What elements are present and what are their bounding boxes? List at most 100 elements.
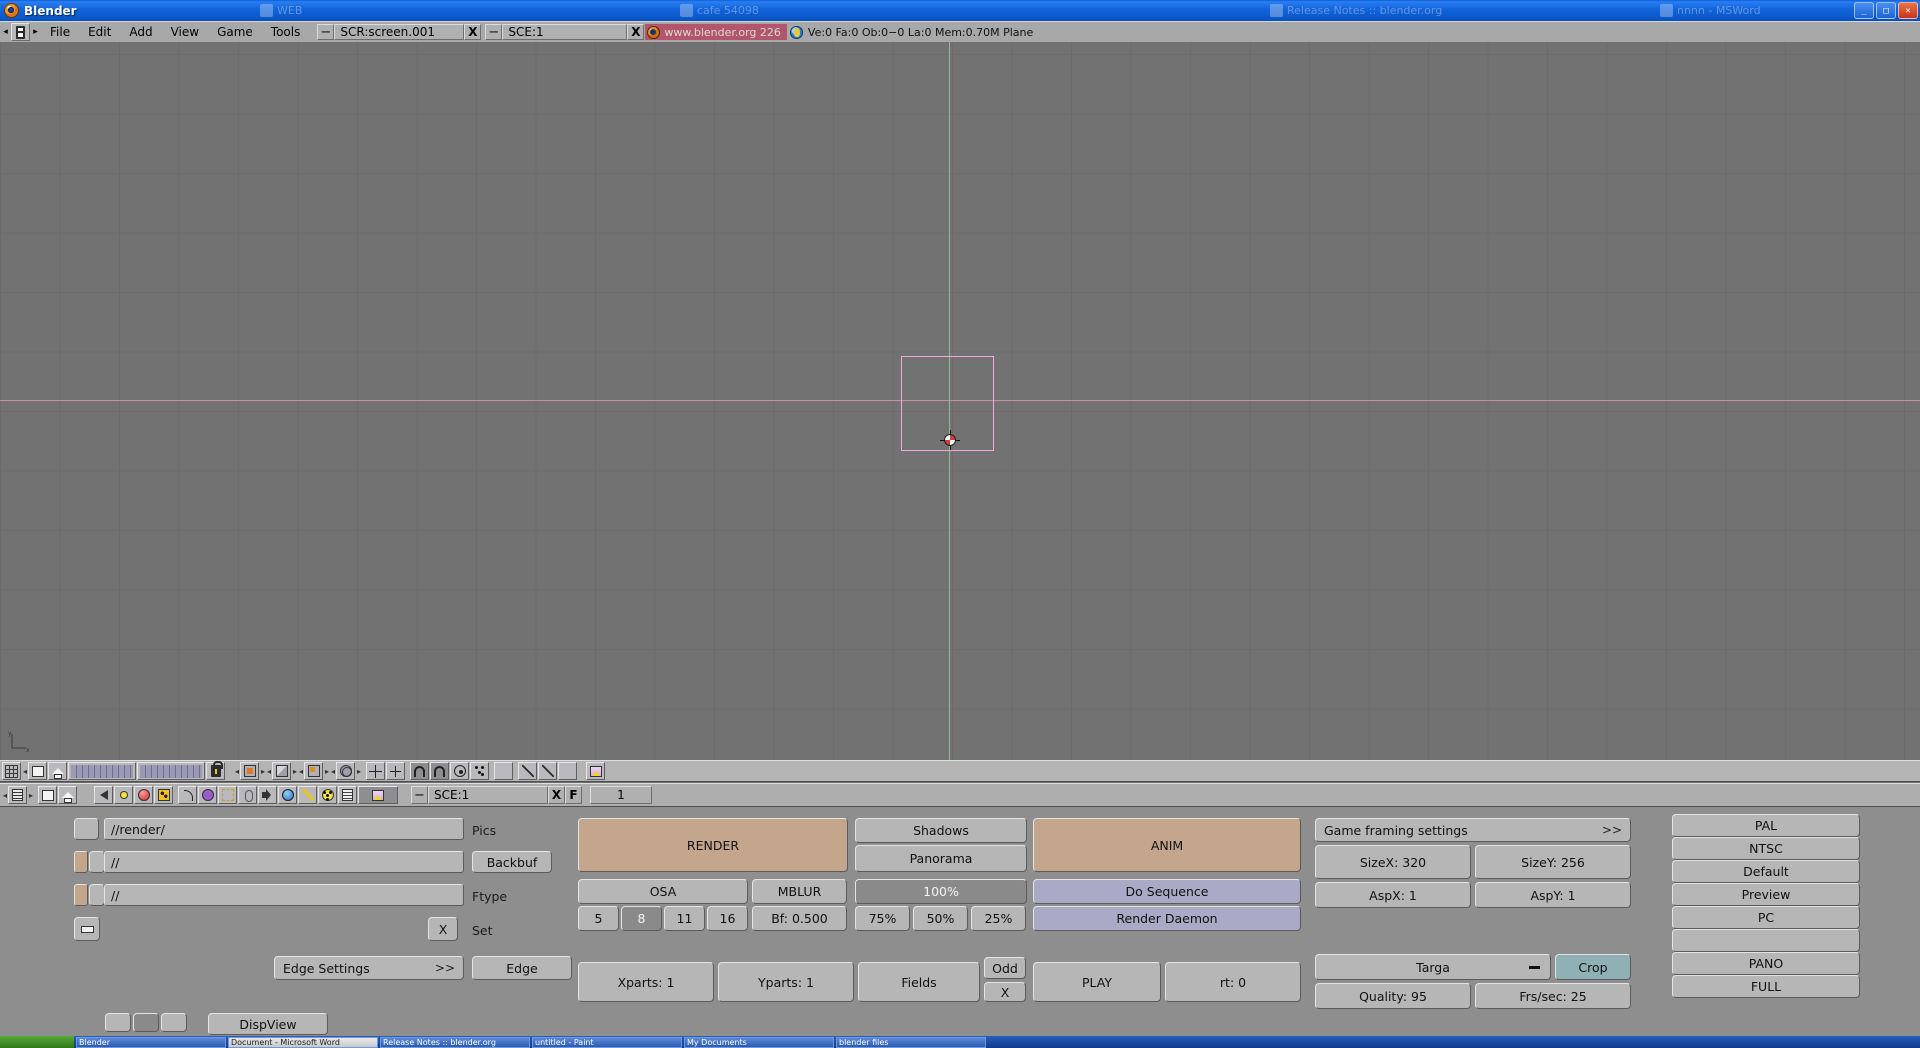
world-icon[interactable] [198, 786, 217, 804]
minimize-button[interactable]: _ [1854, 2, 1874, 19]
taskbar-item-files[interactable]: blender files [836, 1037, 986, 1048]
ftype-path-field[interactable]: // [104, 884, 464, 906]
sound-cone-icon[interactable] [94, 786, 113, 804]
render-daemon-button[interactable]: Render Daemon [1033, 906, 1301, 931]
preset-blank-button[interactable] [1672, 929, 1860, 952]
percent-50-button[interactable]: 50% [913, 906, 968, 931]
percent-25-button[interactable]: 25% [971, 906, 1026, 931]
menu-file[interactable]: File [41, 22, 79, 42]
buttons-arrow-right[interactable]: ▸ [28, 791, 34, 800]
3d-cursor-icon[interactable] [940, 430, 960, 450]
rt-field[interactable]: rt: 0 [1165, 962, 1301, 1002]
triangle-icon[interactable] [558, 762, 577, 780]
xparts-field[interactable]: Xparts: 1 [578, 962, 714, 1002]
do-sequence-button[interactable]: Do Sequence [1033, 879, 1301, 904]
buttons-scene-delete[interactable]: X [548, 786, 565, 804]
layer-cells-group-2-icon[interactable] [137, 762, 205, 780]
yparts-field[interactable]: Yparts: 1 [718, 962, 854, 1002]
osa-button[interactable]: OSA [578, 879, 748, 904]
fields-button[interactable]: Fields [858, 962, 980, 1002]
window-menu-icon[interactable] [11, 23, 30, 41]
screen-delete-button[interactable]: X [464, 24, 481, 40]
mblur-button[interactable]: MBLUR [752, 879, 847, 904]
texture-icon[interactable] [154, 786, 173, 804]
home-icon[interactable] [48, 762, 67, 780]
set-dropdown-icon[interactable] [74, 917, 100, 941]
preset-pano-button[interactable]: PANO [1672, 952, 1860, 975]
scene-menu-minus-icon[interactable]: − [485, 24, 502, 40]
ftype-browse-button[interactable] [89, 884, 105, 906]
script-icon[interactable] [338, 786, 357, 804]
percent-75-button[interactable]: 75% [855, 906, 910, 931]
backbuf-path-field[interactable]: // [104, 851, 464, 873]
ftype-color-swatch[interactable] [74, 884, 88, 906]
lamp-icon[interactable] [114, 786, 133, 804]
pics-file-browse-button[interactable] [74, 818, 99, 840]
play-button[interactable]: PLAY [1033, 962, 1161, 1002]
target-icon[interactable] [450, 762, 469, 780]
header-collapse-arrow-left[interactable]: ◂ [0, 22, 11, 42]
shadows-button[interactable]: Shadows [855, 818, 1027, 843]
taskbar-item-docs[interactable]: My Documents [684, 1037, 834, 1048]
backbuf-browse-button[interactable] [89, 851, 105, 873]
lamp-icon[interactable] [494, 762, 513, 780]
scale-icon[interactable] [386, 762, 405, 780]
odd-button[interactable]: Odd [984, 957, 1026, 979]
frame-icon[interactable] [218, 786, 237, 804]
render-buttons-icon[interactable] [358, 786, 398, 804]
edge-button[interactable]: Edge [472, 956, 572, 980]
magnet-a-icon[interactable] [410, 762, 429, 780]
toolbar-arrow-right-5[interactable]: ▸ [356, 767, 362, 776]
dispview-button[interactable]: DispView [208, 1013, 328, 1035]
asp-x-field[interactable]: AspX: 1 [1315, 882, 1471, 908]
scene-name-field[interactable]: SCE:1 [502, 24, 627, 40]
buttons-scene-minus-icon[interactable]: − [411, 786, 428, 804]
render-button[interactable]: RENDER [578, 818, 848, 872]
grid-icon[interactable] [2, 762, 21, 780]
preset-preview-button[interactable]: Preview [1672, 883, 1860, 906]
current-frame-field[interactable]: 1 [590, 786, 652, 804]
maximize-button[interactable]: □ [1876, 2, 1896, 19]
object-mode-icon[interactable] [240, 762, 259, 780]
osa-sample-5-button[interactable]: 5 [578, 906, 619, 931]
paint-icon[interactable] [538, 762, 557, 780]
preset-pc-button[interactable]: PC [1672, 906, 1860, 929]
anim-button[interactable]: ANIM [1033, 818, 1301, 872]
dispview-mode-3-button[interactable] [161, 1013, 187, 1032]
3d-viewport[interactable]: y x [0, 42, 1920, 760]
menu-add[interactable]: Add [120, 22, 161, 42]
window-icon[interactable] [28, 762, 47, 780]
lock-icon[interactable] [206, 762, 225, 780]
pics-path-field[interactable]: //render/ [104, 818, 464, 840]
buttons-scene-field[interactable]: SCE:1 [428, 786, 548, 804]
size-y-field[interactable]: SizeY: 256 [1475, 845, 1631, 879]
osa-sample-11-button[interactable]: 11 [664, 906, 705, 931]
menu-edit[interactable]: Edit [79, 22, 120, 42]
dispview-mode-2-button[interactable] [133, 1013, 159, 1032]
quality-field[interactable]: Quality: 95 [1315, 983, 1471, 1009]
dispview-mode-1-button[interactable] [105, 1013, 131, 1032]
preset-pal-button[interactable]: PAL [1672, 814, 1860, 837]
layer-cells-group-1-icon[interactable] [68, 762, 136, 780]
header-expand-arrow[interactable]: ▸ [30, 22, 41, 42]
home-icon[interactable] [58, 786, 77, 804]
size-x-field[interactable]: SizeX: 320 [1315, 845, 1471, 879]
f-toggle-button[interactable]: F [565, 786, 582, 804]
window-icon[interactable] [38, 786, 57, 804]
game-framing-button[interactable]: Game framing settings >> [1315, 818, 1631, 842]
set-clear-button[interactable]: X [428, 917, 458, 941]
preset-ntsc-button[interactable]: NTSC [1672, 837, 1860, 860]
screen-name-field[interactable]: SCR:screen.001 [334, 24, 464, 40]
osa-sample-16-button[interactable]: 16 [707, 906, 748, 931]
edge-settings-button[interactable]: Edge Settings >> [274, 956, 464, 980]
render-result-icon[interactable] [586, 762, 605, 780]
start-button[interactable] [0, 1036, 74, 1048]
move-icon[interactable] [366, 762, 385, 780]
taskbar-item-word[interactable]: Document - Microsoft Word [228, 1037, 378, 1048]
preset-full-button[interactable]: FULL [1672, 975, 1860, 998]
material-icon[interactable] [304, 762, 323, 780]
backbuf-color-swatch[interactable] [74, 851, 88, 873]
screen-menu-minus-icon[interactable]: − [317, 24, 334, 40]
menu-game[interactable]: Game [208, 22, 262, 42]
shading-solid-icon[interactable] [272, 762, 291, 780]
